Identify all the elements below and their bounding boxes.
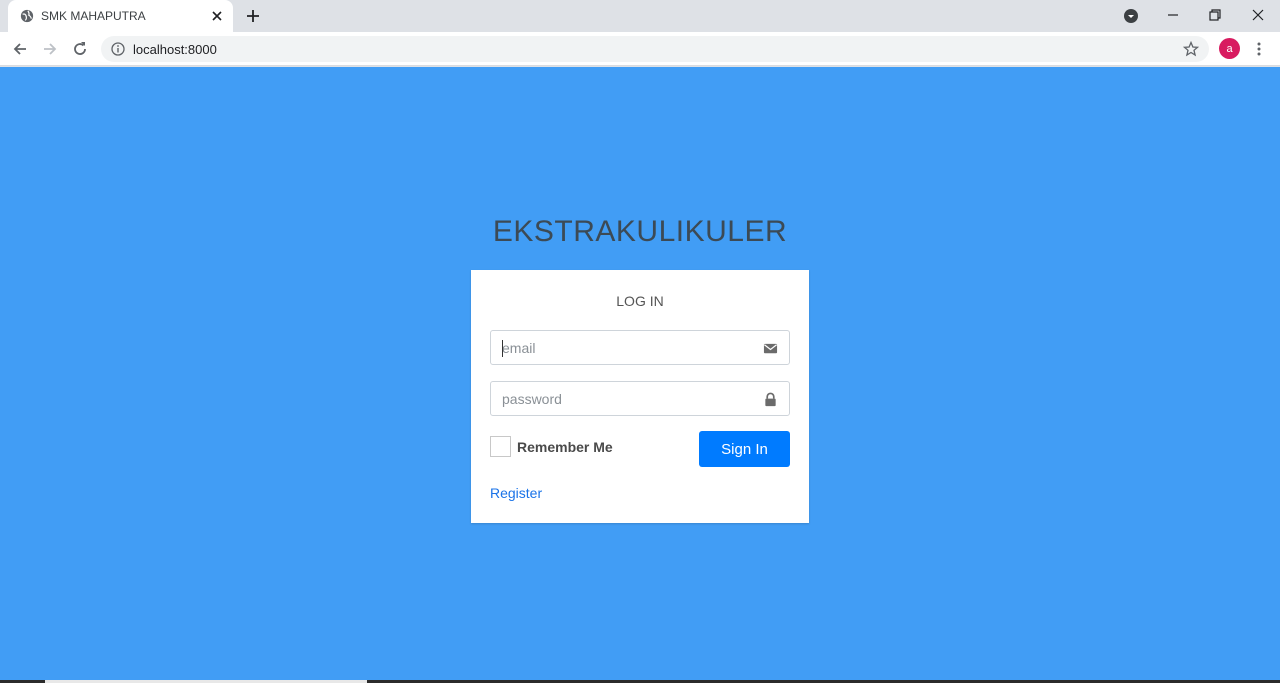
browser-tab[interactable]: SMK MAHAPUTRA bbox=[8, 0, 233, 32]
close-tab-icon[interactable] bbox=[211, 10, 223, 22]
email-input[interactable] bbox=[491, 331, 789, 364]
info-icon[interactable] bbox=[111, 42, 125, 56]
browser-toolbar: localhost:8000 a bbox=[0, 32, 1280, 66]
register-link[interactable]: Register bbox=[490, 485, 542, 501]
back-arrow-icon[interactable] bbox=[11, 40, 29, 58]
new-tab-icon[interactable] bbox=[244, 7, 262, 25]
url-text: localhost:8000 bbox=[133, 42, 217, 57]
remember-me[interactable]: Remember Me bbox=[490, 436, 613, 457]
password-input[interactable] bbox=[491, 382, 789, 415]
text-caret bbox=[502, 340, 503, 357]
remember-me-checkbox[interactable] bbox=[490, 436, 511, 457]
sign-in-button[interactable]: Sign In bbox=[699, 431, 790, 467]
address-bar[interactable]: localhost:8000 bbox=[101, 36, 1209, 62]
tab-title: SMK MAHAPUTRA bbox=[41, 9, 146, 23]
browser-tabstrip: SMK MAHAPUTRA bbox=[0, 0, 1280, 32]
lock-icon bbox=[765, 392, 776, 407]
envelope-icon bbox=[763, 343, 778, 354]
forward-arrow-icon[interactable] bbox=[41, 40, 59, 58]
login-title: LOG IN bbox=[616, 293, 664, 309]
minimize-window-icon[interactable] bbox=[1153, 0, 1193, 30]
page-viewport: EKSTRAKULIKULER LOG IN Remember Me Sign … bbox=[0, 67, 1280, 683]
bookmark-star-icon[interactable] bbox=[1183, 41, 1199, 57]
password-field[interactable] bbox=[490, 381, 790, 416]
close-window-icon[interactable] bbox=[1238, 0, 1278, 30]
reload-icon[interactable] bbox=[71, 40, 89, 58]
profile-avatar[interactable]: a bbox=[1219, 38, 1240, 59]
email-field[interactable] bbox=[490, 330, 790, 365]
globe-icon bbox=[20, 9, 34, 23]
remember-me-label[interactable]: Remember Me bbox=[517, 439, 613, 455]
tab-search-icon[interactable] bbox=[1123, 8, 1139, 24]
page-title: EKSTRAKULIKULER bbox=[492, 215, 788, 248]
login-card: LOG IN Remember Me Sign In Register bbox=[471, 270, 809, 523]
kebab-menu-icon[interactable] bbox=[1252, 41, 1266, 57]
restore-window-icon[interactable] bbox=[1195, 0, 1235, 30]
